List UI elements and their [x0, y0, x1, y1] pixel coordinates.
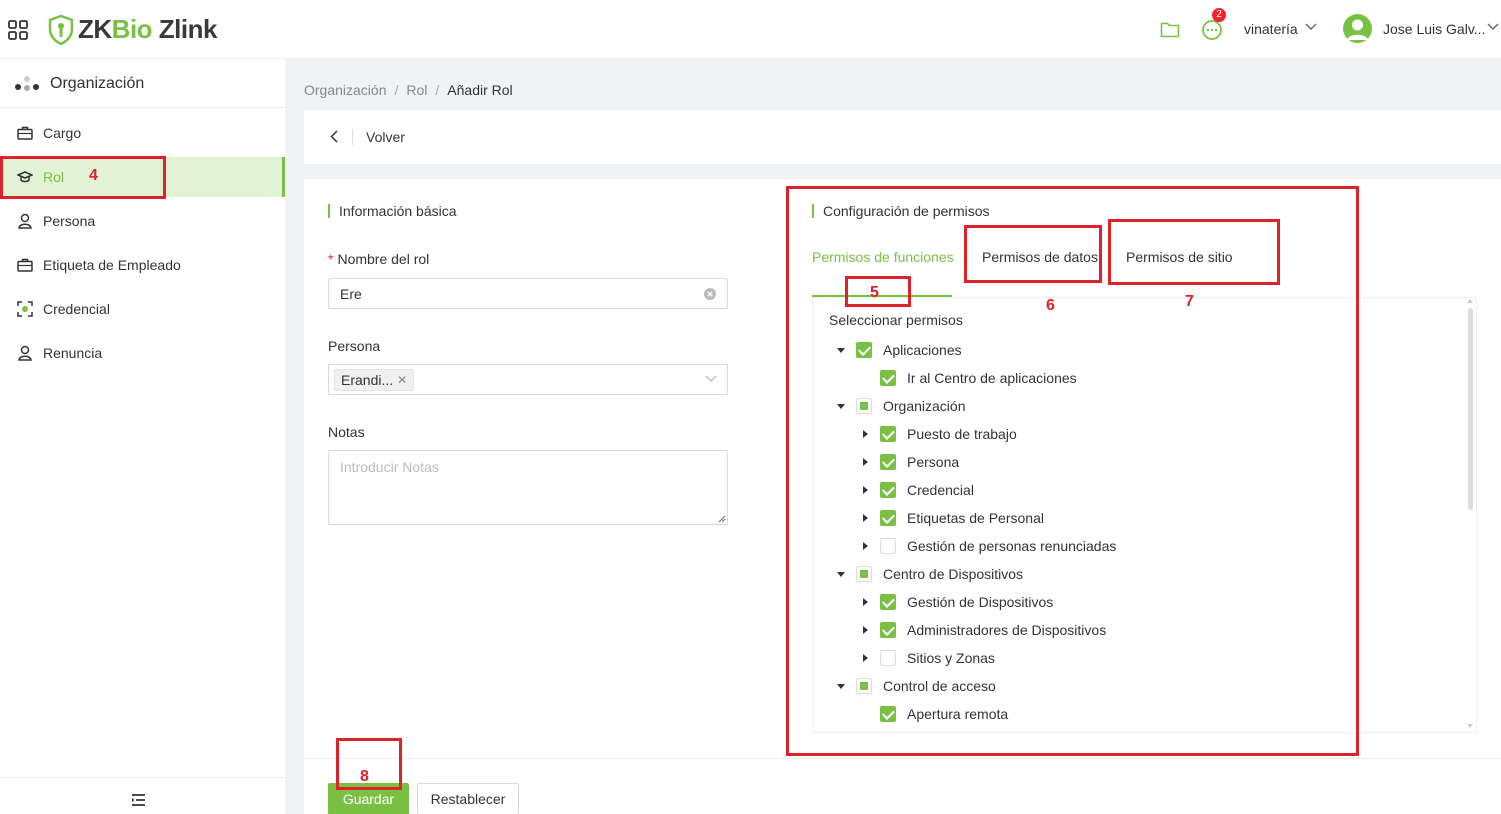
- clear-icon[interactable]: [704, 288, 716, 300]
- sidebar-footer: [0, 777, 285, 814]
- notes-label: Notas: [328, 424, 365, 440]
- sidebar-item-credencial[interactable]: Credencial: [0, 289, 285, 329]
- annotation-box-tab-data: [964, 225, 1102, 283]
- person-label: Persona: [328, 338, 381, 354]
- apps-grid-icon[interactable]: [8, 20, 28, 40]
- tag-close-icon[interactable]: ✕: [397, 373, 407, 387]
- reset-button[interactable]: Restablecer: [417, 783, 519, 814]
- chevron-down-icon[interactable]: [1487, 23, 1499, 31]
- person-tag: Erandi... ✕: [334, 369, 415, 391]
- annotation-number: 6: [1046, 297, 1055, 314]
- notes-textarea[interactable]: Introducir Notas: [328, 450, 728, 525]
- chevron-left-icon[interactable]: [330, 130, 338, 143]
- breadcrumb-rol[interactable]: Rol: [406, 82, 427, 98]
- resize-handle-icon[interactable]: [718, 515, 726, 523]
- annotation-number: 4: [89, 167, 98, 184]
- role-name-input[interactable]: Ere: [328, 278, 728, 309]
- sidebar-item-persona[interactable]: Persona: [0, 201, 285, 241]
- breadcrumb-current: Añadir Rol: [447, 82, 513, 98]
- tree-scrollbar[interactable]: [1468, 308, 1473, 510]
- collapse-menu-icon[interactable]: [131, 794, 146, 806]
- sidebar-title: Organización: [14, 75, 144, 93]
- organization-icon: [15, 76, 39, 91]
- notification-badge: 2: [1212, 8, 1226, 22]
- app-logo[interactable]: ZKBio Zlink: [48, 14, 217, 45]
- chevron-down-icon[interactable]: [1305, 23, 1317, 31]
- logo-text: ZKBio Zlink: [78, 14, 217, 44]
- sidebar-divider: [0, 107, 285, 108]
- back-bar: Volver: [304, 110, 1501, 164]
- shield-logo-icon: [48, 14, 74, 45]
- briefcase-icon: [17, 126, 33, 140]
- annotation-box-tab-site: [1108, 219, 1280, 285]
- basic-info-title: Información básica: [328, 204, 457, 218]
- role-name-label: * Nombre del rol: [328, 251, 430, 267]
- top-header: ZKBio Zlink 2 vinatería Jose Luis Galv..…: [0, 0, 1501, 59]
- avatar[interactable]: [1343, 14, 1372, 43]
- breadcrumb: Organización / Rol / Añadir Rol: [304, 82, 513, 98]
- annotation-box-save: [336, 738, 402, 790]
- person-select[interactable]: Erandi... ✕: [328, 364, 728, 395]
- scroll-up-icon[interactable]: [1467, 299, 1473, 303]
- person-icon: [18, 345, 32, 361]
- annotation-number: 8: [360, 768, 369, 785]
- sidebar-item-cargo[interactable]: Cargo: [0, 113, 285, 153]
- scroll-down-icon[interactable]: [1467, 724, 1473, 728]
- breadcrumb-organizacion[interactable]: Organización: [304, 82, 387, 98]
- annotation-number: 5: [870, 284, 879, 301]
- company-selector[interactable]: vinatería: [1244, 21, 1298, 37]
- briefcase-icon: [17, 258, 33, 272]
- sidebar-item-renuncia[interactable]: Renuncia: [0, 333, 285, 373]
- person-icon: [18, 213, 32, 229]
- annotation-number: 7: [1185, 293, 1194, 310]
- sidebar-item-etiqueta[interactable]: Etiqueta de Empleado: [0, 245, 285, 285]
- back-button[interactable]: Volver: [366, 129, 405, 145]
- chevron-down-icon[interactable]: [705, 375, 717, 383]
- annotation-box-rol: [0, 156, 166, 199]
- credential-icon: [17, 301, 33, 317]
- username[interactable]: Jose Luis Galv...: [1383, 21, 1485, 37]
- folder-icon[interactable]: [1160, 21, 1180, 38]
- user-avatar-icon: [1347, 19, 1368, 40]
- messages-icon[interactable]: [1201, 19, 1223, 41]
